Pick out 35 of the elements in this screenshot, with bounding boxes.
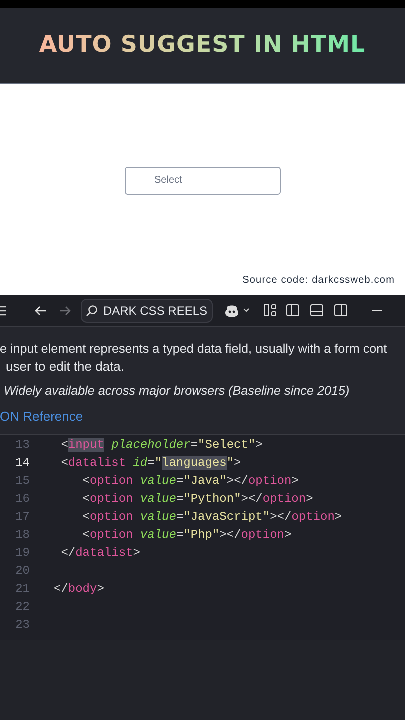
line-number: 18: [14, 527, 31, 544]
line-number: 22: [14, 599, 31, 616]
back-arrow-icon[interactable]: [35, 304, 47, 316]
line-number: 20: [14, 563, 31, 580]
code-line: <input placeholder="Select">: [60, 437, 263, 454]
reference-link[interactable]: ON Reference: [0, 408, 84, 424]
code-line: </body>: [54, 581, 104, 598]
line-number: 13: [14, 437, 31, 454]
description-text: user to edit the data.: [5, 358, 126, 376]
search-icon: [86, 304, 98, 316]
layout-grid-icon[interactable]: [264, 304, 277, 317]
line-number: 23: [14, 617, 31, 634]
code-line: <option value="JavaScript"></option>: [82, 509, 342, 526]
panel-bottom-icon[interactable]: [310, 304, 324, 317]
code-line: <option value="Java"></option>: [82, 473, 299, 490]
chevron-down-icon[interactable]: [243, 308, 250, 313]
line-number: 16: [14, 491, 31, 508]
line-number: 15: [14, 473, 31, 490]
support-note: Widely available across major browsers (Baseline since 2015): [3, 383, 351, 400]
code-line: <option value="Php"></option>: [82, 527, 292, 544]
sidebar-left-icon[interactable]: [286, 304, 300, 317]
code-line: </datalist>: [60, 545, 140, 562]
line-number: 19: [14, 545, 31, 562]
line-number: 21: [14, 581, 31, 598]
source-credit: Source code: darkcssweb.com: [242, 274, 395, 288]
minimize-icon[interactable]: [372, 310, 382, 312]
code-line: <option value="Python"></option>: [82, 491, 314, 508]
description-text: e input element represents a typed data field, usually with a form cont: [0, 341, 388, 358]
line-number: 17: [14, 509, 31, 526]
code-line: <datalist id="languages">: [60, 455, 242, 472]
command-search-box[interactable]: DARK CSS REELS: [81, 298, 213, 322]
sidebar-right-icon[interactable]: [334, 304, 348, 317]
select-input-field[interactable]: Select: [124, 166, 280, 194]
menu-icon[interactable]: [0, 306, 6, 316]
line-number: 14: [14, 455, 31, 472]
